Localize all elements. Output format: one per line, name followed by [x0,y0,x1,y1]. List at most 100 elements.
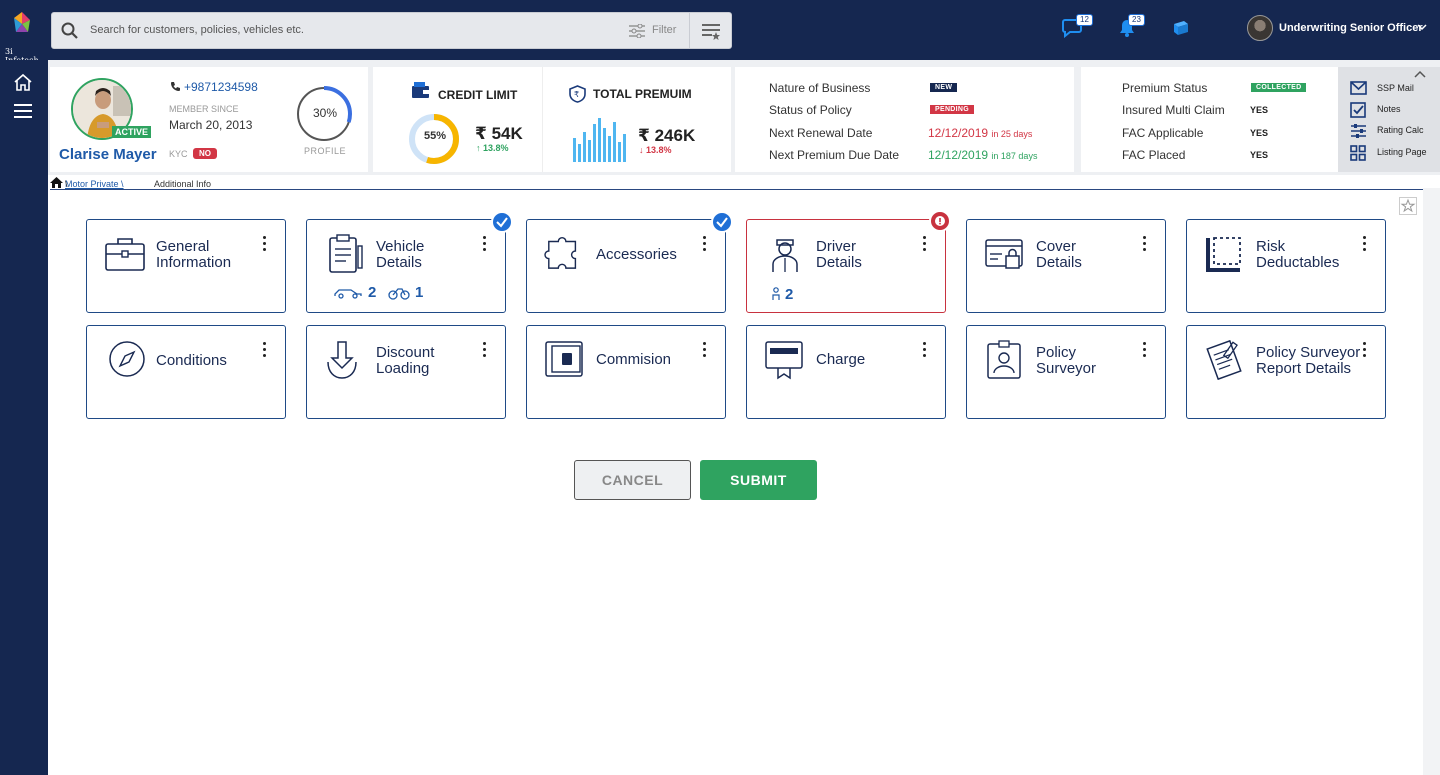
quick-link-label: Rating Calc [1377,125,1424,135]
scrollbar[interactable] [1423,188,1440,775]
premium-bars-icon [573,118,626,162]
more-options-icon[interactable] [923,342,927,358]
search-input[interactable]: Search for customers, policies, vehicles… [90,24,304,36]
tile-label: Charge [816,352,865,368]
nature-of-business-badge: NEW [930,83,958,92]
breadcrumb-divider [50,189,1423,190]
currency-symbol: ₹ [475,124,487,143]
breadcrumb-motor-private[interactable]: Motor Private \ [65,179,124,189]
tile-charge[interactable]: Charge [746,325,946,419]
tile-label-line2: Deductables [1256,254,1340,271]
chevron-up-icon[interactable] [1414,70,1426,78]
tile-label-line2: Report Details [1256,360,1352,377]
filter-button[interactable]: Filter [652,24,676,36]
chat-icon[interactable]: 12 [1062,14,1093,43]
tile-label-line2: Details [816,254,862,271]
quick-link-rating-calc[interactable]: Rating Calc [1350,123,1424,141]
more-options-icon[interactable] [483,342,487,358]
quick-link-label: Notes [1377,104,1401,114]
tile-policy-surveyor-report-details[interactable]: Policy Surveyor Report Details [1186,325,1386,419]
search-icon [61,22,78,39]
tile-label-line2: Loading [376,360,430,377]
left-sidebar [0,60,48,775]
arrow-up-icon: ↑ [476,143,481,153]
quick-link-listing-page[interactable]: Listing Page [1350,145,1427,163]
car-count: 2 [368,284,377,301]
premium-status-label: Premium Status [1122,81,1208,95]
quick-link-ssp-mail[interactable]: SSP Mail [1350,81,1414,97]
breadcrumb-additional-info: Additional Info [154,179,212,189]
tile-label-line1: Accessories [596,246,677,263]
more-options-icon[interactable] [263,342,267,358]
tile-driver-details[interactable]: Driver Details 2 [746,210,951,313]
tile-cover-details[interactable]: Cover Details [966,219,1166,313]
chevron-down-icon[interactable] [1417,22,1427,32]
more-options-icon[interactable] [1143,236,1147,252]
credit-change-value: 13.8% [483,143,509,153]
saved-search-icon[interactable] [701,21,721,41]
more-options-icon[interactable] [483,236,487,252]
fac-placed-label: FAC Placed [1122,148,1186,162]
bell-icon[interactable]: 23 [1117,14,1145,43]
more-options-icon[interactable] [1363,342,1367,358]
quick-link-label: SSP Mail [1377,83,1414,93]
tile-vehicle-details[interactable]: Vehicle Details 2 1 [306,211,513,313]
clipboard-pen-icon [329,234,363,273]
submit-button[interactable]: SUBMIT [700,460,817,500]
user-avatar[interactable] [1247,15,1273,41]
phone-icon [171,82,180,91]
shield-icon: ₹ [569,85,586,103]
quick-link-notes[interactable]: Notes [1350,102,1401,120]
home-icon[interactable] [50,177,63,188]
nature-of-business-label: Nature of Business [769,81,871,95]
insured-multi-claim-label: Insured Multi Claim [1122,103,1225,117]
customer-phone[interactable]: +9871234598 [184,80,258,94]
motorcycle-count: 1 [415,284,424,301]
user-role[interactable]: Underwriting Senior Officer [1279,22,1423,34]
next-renewal-label: Next Renewal Date [769,126,873,140]
driver-icon [772,239,798,272]
tile-label: Commision [596,352,671,368]
credit-limit-amount: ₹ 54K [475,124,523,144]
receipt-card-icon [765,341,803,380]
tile-label: Policy Surveyor Report Details [1256,345,1360,377]
grid-icon [1350,145,1366,161]
tile-accessories[interactable]: Accessories [526,211,733,313]
tile-label-line2: Details [1036,254,1082,271]
cancel-button[interactable]: CANCEL [574,460,691,500]
download-tray-icon [327,341,357,379]
more-options-icon[interactable] [1143,342,1147,358]
customer-name[interactable]: Clarise Mayer [59,146,157,163]
home-icon[interactable] [13,73,33,91]
tile-label: Accessories [596,247,677,263]
tile-conditions[interactable]: Conditions [86,325,286,419]
tile-label-line1: Cover [1036,238,1077,255]
tile-policy-surveyor[interactable]: Policy Surveyor [966,325,1166,419]
tile-risk-deductables[interactable]: Risk Deductables [1186,219,1386,313]
alert-icon[interactable] [929,210,951,232]
tile-discount-loading[interactable]: Discount Loading [306,325,506,419]
global-search[interactable]: Search for customers, policies, vehicles… [51,12,732,49]
company-logo[interactable]: 3i Infotech [2,10,46,65]
id-badge-icon [987,340,1021,379]
more-options-icon[interactable] [923,236,927,252]
notification-count-badge: 23 [1128,14,1145,26]
tile-commision[interactable]: Commision [526,325,726,419]
tile-label-line1: Commision [596,351,672,368]
more-options-icon[interactable] [263,236,267,252]
total-premium-amount: ₹ 246K [638,126,695,146]
more-options-icon[interactable] [703,236,707,252]
credit-limit-title: CREDIT LIMIT [438,88,518,102]
credit-limit-value: 54K [491,124,523,143]
more-options-icon[interactable] [703,342,707,358]
completed-check-icon [491,211,513,233]
kyc-label: KYC [169,149,188,159]
more-options-icon[interactable] [1363,236,1367,252]
hamburger-menu-icon[interactable] [14,103,32,119]
tile-general-information[interactable]: General Information [86,219,286,313]
completed-check-icon [711,211,733,233]
breadcrumb-separator: \ [65,179,68,189]
cube-icon[interactable] [1172,20,1190,36]
filter-icon[interactable] [628,24,646,38]
favorite-star-icon[interactable] [1399,197,1417,215]
